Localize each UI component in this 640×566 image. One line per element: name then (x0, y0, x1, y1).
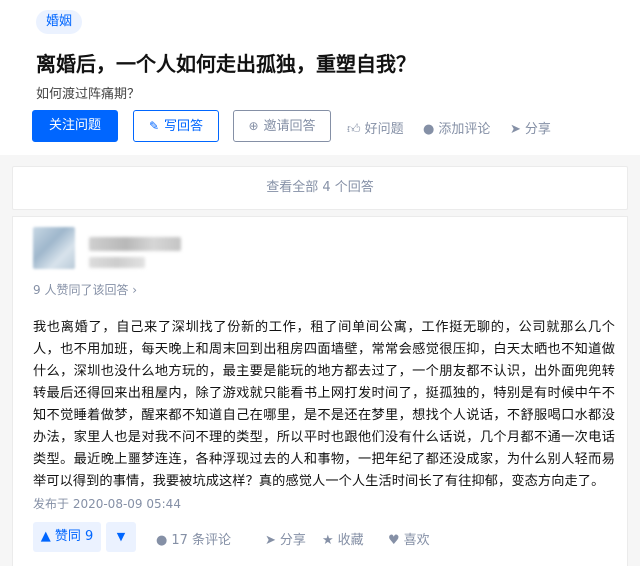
good-question-button[interactable]: 👍︎ 好问题 (347, 118, 404, 137)
author-bio-blurred (89, 257, 145, 268)
answer-collect-button[interactable]: ★ 收藏 (322, 529, 364, 548)
paper-plane-icon: ➤ (510, 122, 521, 137)
answer-comments-label: 17 条评论 (171, 533, 232, 548)
add-comment-button[interactable]: ● 添加评论 (423, 118, 490, 137)
pencil-icon: ✎ (148, 119, 160, 133)
comment-bubble-icon: ● (156, 533, 168, 548)
star-icon: ★ (322, 533, 334, 548)
answer-content: 我也离婚了，自己来了深圳找了份新的工作，租了间单间公寓，工作挺无聊的，公司就那么… (33, 317, 615, 493)
follow-question-button[interactable]: 关注问题 (32, 110, 118, 142)
answer-collect-label: 收藏 (337, 533, 364, 548)
vote-down-button[interactable]: ▼ (106, 522, 136, 552)
avatar[interactable] (33, 227, 75, 269)
paper-plane-icon: ➤ (265, 533, 276, 548)
answer-share-label: 分享 (279, 533, 306, 548)
voters-link[interactable]: 9 人赞同了该回答 › (33, 281, 137, 298)
add-comment-label: 添加评论 (438, 122, 491, 137)
follow-question-label: 关注问题 (48, 118, 101, 133)
question-header: 婚姻 离婚后，一个人如何走出孤独，重塑自我？ 如何渡过阵痛期？ 关注问题 ✎ 写回… (0, 0, 640, 155)
answer-card: 9 人赞同了该回答 › 我也离婚了，自己来了深圳找了份新的工作，租了间单间公寓，… (12, 216, 628, 566)
answer-like-button[interactable]: ♥ 喜欢 (388, 529, 430, 548)
heart-icon: ♥ (388, 533, 400, 548)
share-question-label: 分享 (524, 122, 551, 137)
question-title[interactable]: 离婚后，一个人如何走出孤独，重塑自我？ (36, 48, 416, 77)
publish-time[interactable]: 发布于 2020-08-09 05:44 (33, 495, 181, 512)
invite-answer-label: 邀请回答 (263, 119, 316, 134)
question-detail: 如何渡过阵痛期？ (36, 87, 141, 102)
good-question-label: 好问题 (364, 122, 404, 137)
write-answer-button[interactable]: ✎ 写回答 (133, 110, 219, 142)
comment-bubble-icon: ● (423, 122, 435, 137)
author-name-blurred[interactable] (89, 237, 181, 251)
answer-share-button[interactable]: ➤ 分享 (265, 529, 306, 548)
topic-tag[interactable]: 婚姻 (36, 10, 83, 34)
share-question-button[interactable]: ➤ 分享 (510, 118, 551, 137)
thumb-up-icon: 👍︎ (347, 122, 361, 137)
invite-user-icon: ⊕ (248, 119, 259, 133)
write-answer-label: 写回答 (164, 119, 204, 134)
invite-answer-button[interactable]: ⊕ 邀请回答 (233, 110, 331, 142)
answer-like-label: 喜欢 (403, 533, 430, 548)
answer-paragraph: 我也离婚了，自己来了深圳找了份新的工作，租了间单间公寓，工作挺无聊的，公司就那么… (33, 320, 615, 489)
answer-comments-button[interactable]: ● 17 条评论 (156, 529, 231, 548)
vote-up-button[interactable]: ▲ 赞同 9 (33, 522, 101, 552)
view-all-answers-button[interactable]: 查看全部 4 个回答 (12, 166, 628, 210)
